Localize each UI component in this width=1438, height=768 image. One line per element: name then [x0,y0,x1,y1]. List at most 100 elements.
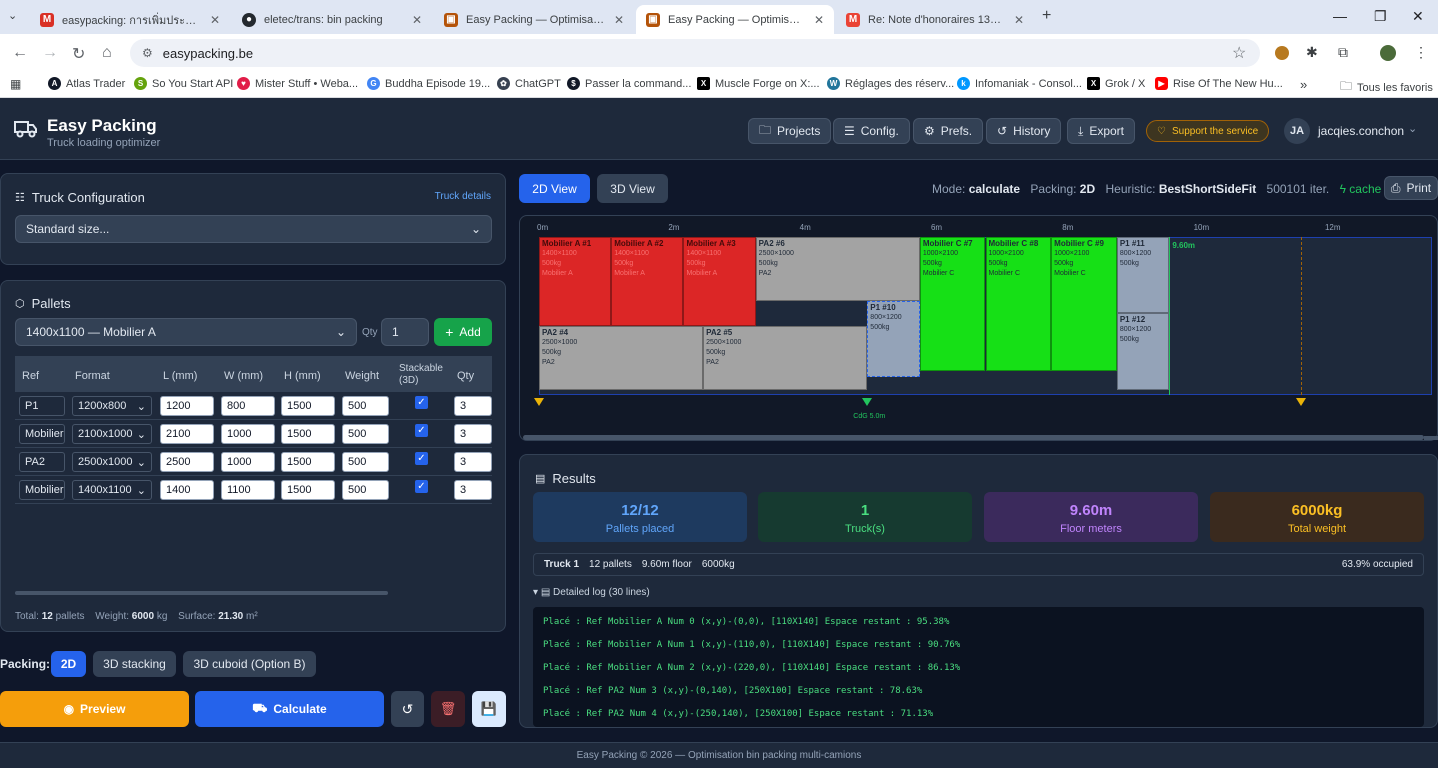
w-input[interactable]: 1000 [221,424,275,444]
truck-details-link[interactable]: Truck details [435,191,491,202]
truck-result-row[interactable]: Truck 1 12 pallets 9.60m floor 6000kg 63… [533,553,1424,576]
bookmark-infomaniak[interactable]: k Infomaniak - Consol... [957,77,1082,90]
print-button[interactable]: ⎙ Print [1384,176,1438,200]
browser-tab-2[interactable]: ● eletec/trans: bin packing ✕ [232,5,432,34]
browser-tab-5[interactable]: M Re: Note d'honoraires 139 de D ✕ [836,5,1034,34]
tab-2d-view[interactable]: 2D View [519,174,590,203]
add-pallet-button[interactable]: + Add [434,318,492,346]
delete-button[interactable]: 🗑 [431,691,465,727]
close-icon[interactable]: ✕ [614,13,624,27]
bookmark-so-you-start[interactable]: S So You Start API [134,77,233,90]
h-input[interactable]: 1500 [281,396,335,416]
bookmark-rise[interactable]: ▶ Rise Of The New Hu... [1155,77,1283,90]
user-name[interactable]: jacqies.conchon [1318,124,1404,138]
minimize-icon[interactable]: — [1333,8,1347,24]
pallet-block[interactable]: PA2 #6 2500×1000 500kg PA2 [755,237,920,301]
ref-input[interactable]: Mobilier [19,424,65,444]
projects-button[interactable]: 🗀 Projects [748,118,832,144]
bookmarks-overflow[interactable]: » [1300,77,1307,92]
maximize-icon[interactable]: ❐ [1374,8,1387,25]
qty-input[interactable]: 3 [454,480,492,500]
format-select[interactable]: 2100x1000 ⌄ [72,424,152,444]
bookmark-mister-stuff[interactable]: ♥ Mister Stuff • Weba... [237,77,358,90]
bookmark-grok[interactable]: X Grok / X [1087,77,1145,90]
support-button[interactable]: ♡ Support the service [1146,120,1270,142]
pallet-block[interactable]: P1 #12 800×1200 500kg [1116,313,1170,390]
export-button[interactable]: ⤓ Export [1067,118,1135,144]
pallet-block[interactable]: Mobilier A #1 1400×1100 500kg Mobilier A [539,237,612,327]
h-input[interactable]: 1500 [281,480,335,500]
packing-3d-stacking-button[interactable]: 3D stacking [93,651,176,677]
browser-tab-1[interactable]: M easypacking: การเพิ่มประสิทธิภาพ ✕ [30,5,230,34]
l-input[interactable]: 1400 [160,480,214,500]
close-window-icon[interactable]: ✕ [1412,8,1424,25]
packing-2d-button[interactable]: 2D [51,651,86,677]
truck-size-select[interactable]: Standard size... ⌄ [15,215,492,243]
l-input[interactable]: 1200 [160,396,214,416]
close-icon[interactable]: ✕ [1014,13,1024,27]
ref-input[interactable]: P1 [19,396,65,416]
chevron-down-icon[interactable]: ⌄ [1408,122,1417,135]
detailed-log-toggle[interactable]: ▾ ▤ Detailed log (30 lines) [533,587,650,598]
l-input[interactable]: 2500 [160,452,214,472]
extension-cookie-icon[interactable] [1275,46,1289,60]
w-input[interactable]: 1100 [221,480,275,500]
weight-input[interactable]: 500 [342,480,389,500]
table-horizontal-scrollbar[interactable] [15,591,388,595]
weight-input[interactable]: 500 [342,452,389,472]
browser-menu-icon[interactable]: ⋮ [1414,44,1428,61]
pallet-block[interactable]: P1 #11 800×1200 500kg [1116,237,1170,314]
browser-tab-active[interactable]: ▣ Easy Packing — Optimisation C ✕ [636,5,834,34]
url-text[interactable]: easypacking.be [163,46,253,61]
qty-input[interactable]: 1 [381,318,429,346]
weight-input[interactable]: 500 [342,424,389,444]
bookmark-star-icon[interactable]: ☆ [1232,43,1246,63]
calculate-button[interactable]: ⛟ Calculate [195,691,384,727]
stackable-checkbox[interactable]: ✓ [415,480,428,493]
bookmark-muscle-forge[interactable]: X Muscle Forge on X:... [697,77,820,90]
qty-input[interactable]: 3 [454,396,492,416]
format-select[interactable]: 2500x1000 ⌄ [72,452,152,472]
w-input[interactable]: 1000 [221,452,275,472]
extension-bug-icon[interactable]: ✱ [1306,44,1318,61]
w-input[interactable]: 800 [221,396,275,416]
weight-input[interactable]: 500 [342,396,389,416]
home-icon[interactable]: ⌂ [102,44,112,62]
browser-tab-3[interactable]: ▣ Easy Packing — Optimisation C ✕ [434,5,634,34]
url-bar[interactable]: ⚙ easypacking.be [130,39,1260,67]
l-input[interactable]: 2100 [160,424,214,444]
packing-3d-cuboid-button[interactable]: 3D cuboid (Option B) [183,651,316,677]
pallet-block[interactable]: P1 #10 800×1200 500kg [867,300,920,378]
forward-arrow-icon[interactable]: → [42,44,58,62]
pallet-block[interactable]: Mobilier C #8 1000×2100 500kg Mobilier C [985,237,1052,371]
pallet-block[interactable]: Mobilier C #9 1000×2100 500kg Mobilier C [1051,237,1117,371]
back-arrow-icon[interactable]: ← [12,44,28,62]
site-info-icon[interactable]: ⚙ [142,46,153,60]
close-icon[interactable]: ✕ [412,13,422,27]
tab-3d-view[interactable]: 3D View [597,174,668,203]
bookmark-chatgpt[interactable]: ✿ ChatGPT [497,77,561,90]
config-button[interactable]: ☰ Config. [833,118,910,144]
pallet-format-select[interactable]: 1400x1100 — Mobilier A ⌄ [15,318,357,346]
h-input[interactable]: 1500 [281,424,335,444]
all-bookmarks[interactable]: 🗀 Tous les favoris [1340,77,1433,98]
pallet-block[interactable]: Mobilier C #7 1000×2100 500kg Mobilier C [919,237,986,371]
extensions-puzzle-icon[interactable]: ⧉ [1338,44,1348,61]
save-button[interactable]: 💾 [472,691,506,727]
format-select[interactable]: 1400x1100 ⌄ [72,480,152,500]
preview-button[interactable]: ◉ Preview [0,691,189,727]
pallet-block[interactable]: Mobilier A #3 1400×1100 500kg Mobilier A [683,237,756,327]
h-input[interactable]: 1500 [281,452,335,472]
reset-button[interactable]: ↺ [391,691,424,727]
prefs-button[interactable]: ⚙ Prefs. [913,118,984,144]
stackable-checkbox[interactable]: ✓ [415,396,428,409]
close-icon[interactable]: ✕ [814,13,824,27]
profile-avatar[interactable] [1380,45,1396,61]
pallet-block[interactable]: PA2 #5 2500×1000 500kg PA2 [703,326,868,390]
bookmark-reglages[interactable]: W Réglages des réserv... [827,77,954,90]
tab-search-icon[interactable]: ⌄ [8,9,17,22]
stackable-checkbox[interactable]: ✓ [415,452,428,465]
pallet-block[interactable]: PA2 #4 2500×1000 500kg PA2 [539,326,704,390]
ref-input[interactable]: PA2 [19,452,65,472]
ref-input[interactable]: Mobilier [19,480,65,500]
